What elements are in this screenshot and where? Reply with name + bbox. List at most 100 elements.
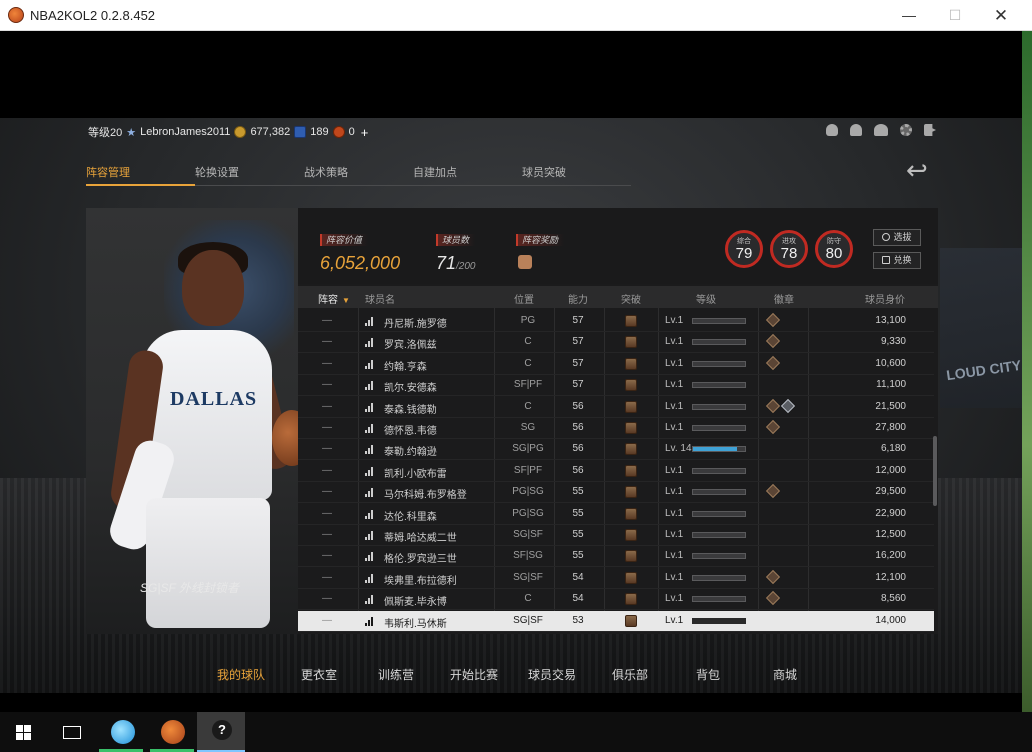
- back-arrow-icon[interactable]: ↩: [906, 157, 942, 183]
- bronze-badge-icon[interactable]: [765, 334, 781, 349]
- table-row[interactable]: — 泰勒.约翰逊 SG|PG 56 Lv. 14 6,180: [298, 439, 934, 461]
- tab-rotation[interactable]: 轮换设置: [195, 164, 304, 186]
- friends-icon[interactable]: [874, 124, 888, 136]
- lineup-slot[interactable]: —: [322, 615, 332, 626]
- lineup-slot[interactable]: —: [322, 315, 332, 326]
- lineup-slot[interactable]: —: [322, 443, 332, 454]
- breakthrough-icon[interactable]: [625, 571, 637, 584]
- lineup-slot[interactable]: —: [322, 422, 332, 433]
- table-row[interactable]: — 约翰.亨森 C 57 Lv.1 10,600: [298, 354, 934, 375]
- breakthrough-icon[interactable]: [625, 529, 637, 541]
- breakthrough-icon[interactable]: [625, 400, 637, 413]
- breakthrough-icon[interactable]: [625, 379, 637, 392]
- exchange-button[interactable]: 兑换: [873, 252, 921, 269]
- sort-down-icon: ▼: [342, 296, 350, 305]
- lineup-slot[interactable]: —: [322, 529, 332, 540]
- badge-slot: [765, 484, 783, 499]
- table-row[interactable]: — 埃弗里.布拉德利 SG|SF 54 Lv.1 12,100: [298, 568, 934, 589]
- task-view-button[interactable]: [48, 712, 96, 752]
- nav-training-camp[interactable]: 训练营: [378, 666, 414, 683]
- lineup-slot[interactable]: —: [322, 465, 332, 476]
- header-ability[interactable]: 能力: [568, 291, 588, 306]
- table-scrollbar[interactable]: [933, 436, 937, 506]
- nav-store[interactable]: 商城: [773, 666, 797, 683]
- breakthrough-icon[interactable]: [625, 422, 637, 434]
- breakthrough-icon[interactable]: [625, 464, 637, 477]
- nav-start-game[interactable]: 开始比赛: [450, 666, 498, 683]
- tab-lineup[interactable]: 阵容管理: [86, 164, 195, 186]
- rating-signal-icon: [365, 466, 375, 476]
- player-value: 10,600: [875, 357, 906, 369]
- lineup-slot[interactable]: —: [322, 336, 332, 347]
- maximize-button[interactable]: ☐: [932, 0, 978, 31]
- silver-badge-icon[interactable]: [780, 398, 796, 413]
- table-row[interactable]: — 凯利.小欧布雷 SF|PF 56 Lv.1 12,000: [298, 461, 934, 482]
- breakthrough-icon[interactable]: [625, 614, 637, 627]
- lineup-slot[interactable]: —: [322, 358, 332, 369]
- profile-icon[interactable]: [826, 124, 838, 136]
- table-row[interactable]: — 格伦.罗宾逊三世 SF|SG 55 Lv.1 16,200: [298, 546, 934, 568]
- table-row[interactable]: — 韦斯利.马休斯 SG|SF 53 Lv.1 14,000: [298, 610, 934, 632]
- lineup-slot[interactable]: —: [322, 508, 332, 519]
- settings-icon[interactable]: [900, 124, 912, 136]
- table-row[interactable]: — 达伦.科里森 PG|SG 55 Lv.1 22,900: [298, 504, 934, 525]
- breakthrough-icon[interactable]: [625, 507, 637, 520]
- player-name: 凯利.小欧布雷: [384, 468, 447, 480]
- reward-icon[interactable]: [518, 255, 532, 269]
- taskbar-help[interactable]: ?: [197, 712, 245, 752]
- breakthrough-icon[interactable]: [625, 550, 637, 563]
- header-name[interactable]: 球员名: [365, 291, 395, 306]
- bronze-badge-icon[interactable]: [765, 355, 781, 370]
- header-position[interactable]: 位置: [514, 291, 534, 306]
- breakthrough-icon[interactable]: [625, 315, 637, 327]
- table-row[interactable]: — 丹尼斯.施罗德 PG 57 Lv.1 13,100: [298, 311, 934, 332]
- tab-custom-points[interactable]: 自建加点: [413, 164, 522, 186]
- breakthrough-icon[interactable]: [625, 357, 637, 370]
- taskbar-nba2kol2[interactable]: [0, 712, 185, 752]
- lineup-slot[interactable]: —: [322, 550, 332, 561]
- bronze-badge-icon[interactable]: [765, 484, 781, 499]
- breakthrough-icon[interactable]: [625, 593, 637, 606]
- table-row[interactable]: — 罗宾.洛佩兹 C 57 Lv.1 9,330: [298, 332, 934, 354]
- tab-tactics[interactable]: 战术策略: [304, 164, 413, 186]
- bronze-badge-icon[interactable]: [765, 591, 781, 606]
- lineup-slot[interactable]: —: [322, 486, 332, 497]
- select-button[interactable]: 选拔: [873, 229, 921, 246]
- header-lineup[interactable]: 阵容 ▼: [318, 291, 350, 306]
- add-currency-button[interactable]: +: [361, 125, 369, 140]
- bronze-badge-icon[interactable]: [765, 569, 781, 584]
- table-row[interactable]: — 德怀恩.韦德 SG 56 Lv.1 27,800: [298, 418, 934, 439]
- header-breakthrough[interactable]: 突破: [621, 291, 641, 306]
- header-value[interactable]: 球员身价: [865, 291, 905, 306]
- nav-player-trade[interactable]: 球员交易: [528, 666, 576, 683]
- tab-player-breakthrough[interactable]: 球员突破: [522, 164, 631, 186]
- breakthrough-icon[interactable]: [625, 486, 637, 499]
- lineup-slot[interactable]: —: [322, 593, 332, 604]
- exit-icon[interactable]: [924, 124, 936, 136]
- player-position: PG|SG: [512, 486, 544, 498]
- lineup-slot[interactable]: —: [322, 401, 332, 412]
- table-row[interactable]: — 佩斯麦.毕永博 C 54 Lv.1 8,560: [298, 589, 934, 611]
- breakthrough-icon[interactable]: [625, 336, 637, 349]
- lineup-slot[interactable]: —: [322, 379, 332, 390]
- nav-backpack[interactable]: 背包: [696, 666, 720, 683]
- lineup-slot[interactable]: —: [322, 572, 332, 583]
- table-row[interactable]: — 蒂姆.哈达威二世 SG|SF 55 Lv.1 12,500: [298, 525, 934, 546]
- player-position: PG: [520, 315, 536, 326]
- minimize-button[interactable]: —: [886, 0, 932, 31]
- header-badge[interactable]: 徽章: [774, 291, 794, 306]
- bronze-badge-icon[interactable]: [765, 398, 781, 413]
- player-value: 6,180: [880, 443, 906, 455]
- close-button[interactable]: ✕: [978, 0, 1024, 31]
- nav-locker-room[interactable]: 更衣室: [301, 666, 337, 683]
- nav-my-team[interactable]: 我的球队: [217, 666, 265, 683]
- bronze-badge-icon[interactable]: [765, 312, 781, 328]
- notification-icon[interactable]: [850, 124, 862, 136]
- table-row[interactable]: — 泰森.钱德勒 C 56 Lv.1 21,500: [298, 397, 934, 418]
- table-row[interactable]: — 凯尔.安德森 SF|PF 57 Lv.1 11,100: [298, 375, 934, 397]
- nav-club[interactable]: 俱乐部: [612, 666, 648, 683]
- table-row[interactable]: — 马尔科姆.布罗格登 PG|SG 55 Lv.1 29,500: [298, 482, 934, 504]
- bronze-badge-icon[interactable]: [765, 419, 781, 435]
- breakthrough-icon[interactable]: [625, 443, 637, 456]
- header-grade[interactable]: 等级: [696, 291, 716, 306]
